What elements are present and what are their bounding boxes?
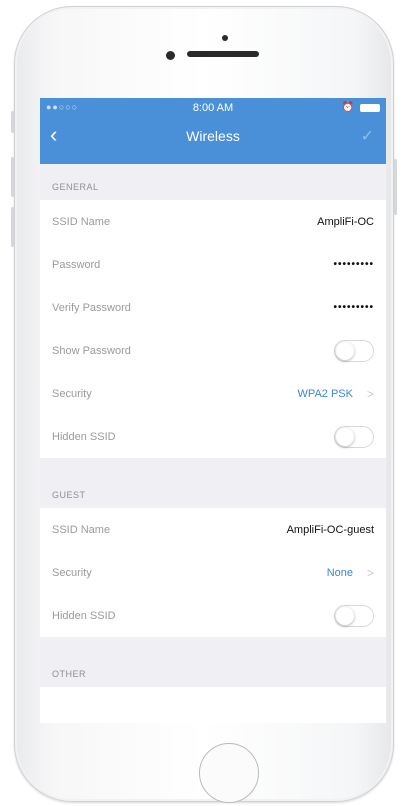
verify-password-value: ••••••••• <box>333 302 374 313</box>
general-show-password-row: Show Password <box>40 329 386 372</box>
show-password-toggle[interactable] <box>334 339 374 362</box>
chevron-right-icon: > <box>366 386 374 401</box>
done-checkmark-button[interactable]: ✓ <box>361 126 374 146</box>
toggle-knob <box>336 427 354 446</box>
general-security-row[interactable]: Security WPA2 PSK > <box>40 372 386 415</box>
status-time: 8:00 AM <box>192 102 234 114</box>
guest-ssid-name-value: AmpliFi-OC-guest <box>286 523 374 536</box>
general-verify-password-row[interactable]: Verify Password ••••••••• <box>40 286 386 329</box>
general-settings-group: SSID Name AmpliFi-OC Password ••••••••• … <box>40 200 386 458</box>
row-label: SSID Name <box>52 523 111 536</box>
general-hidden-ssid-row: Hidden SSID <box>40 415 386 458</box>
other-settings-group <box>40 687 386 723</box>
section-header-general: GENERAL <box>52 182 99 192</box>
volume-up-button <box>11 157 14 197</box>
hidden-ssid-toggle[interactable] <box>334 425 374 448</box>
battery-icon <box>360 103 380 112</box>
general-password-row[interactable]: Password ••••••••• <box>40 243 386 286</box>
phone-screen: ●●○○○ 8:00 AM ⏰ ‹ Wireless ✓ GENERAL SSI… <box>40 98 386 723</box>
row-label: SSID Name <box>52 215 111 228</box>
row-label: Password <box>52 258 101 271</box>
guest-ssid-name-row[interactable]: SSID Name AmpliFi-OC-guest <box>40 508 386 551</box>
ssid-name-value: AmpliFi-OC <box>317 215 374 228</box>
section-header-guest: GUEST <box>52 490 86 500</box>
power-button <box>394 159 397 215</box>
guest-settings-group: SSID Name AmpliFi-OC-guest Security None… <box>40 508 386 637</box>
password-value: ••••••••• <box>333 259 374 270</box>
page-title: Wireless <box>186 128 240 144</box>
front-camera <box>166 51 175 60</box>
mute-switch <box>11 111 14 133</box>
guest-security-value: None <box>326 566 353 579</box>
general-ssid-name-row[interactable]: SSID Name AmpliFi-OC <box>40 200 386 243</box>
row-label: Hidden SSID <box>52 609 116 622</box>
volume-down-button <box>11 207 14 247</box>
navigation-bar: ●●○○○ 8:00 AM ⏰ ‹ Wireless ✓ <box>40 98 386 164</box>
row-label: Security <box>52 387 92 400</box>
chevron-right-icon: > <box>366 565 374 580</box>
toggle-knob <box>336 341 354 360</box>
row-label: Verify Password <box>52 301 131 314</box>
guest-security-row[interactable]: Security None > <box>40 551 386 594</box>
proximity-sensor <box>222 35 228 41</box>
earpiece-speaker <box>187 51 259 57</box>
row-label: Show Password <box>52 344 131 357</box>
row-label: Security <box>52 566 92 579</box>
guest-hidden-ssid-toggle[interactable] <box>334 604 374 627</box>
toggle-knob <box>336 606 354 625</box>
status-bar: ●●○○○ 8:00 AM ⏰ <box>40 98 386 118</box>
row-label: Hidden SSID <box>52 430 116 443</box>
security-value: WPA2 PSK <box>297 387 353 400</box>
alarm-icon: ⏰ <box>341 102 354 113</box>
guest-hidden-ssid-row: Hidden SSID <box>40 594 386 637</box>
section-header-other: OTHER <box>52 669 86 679</box>
home-button[interactable] <box>199 743 259 803</box>
